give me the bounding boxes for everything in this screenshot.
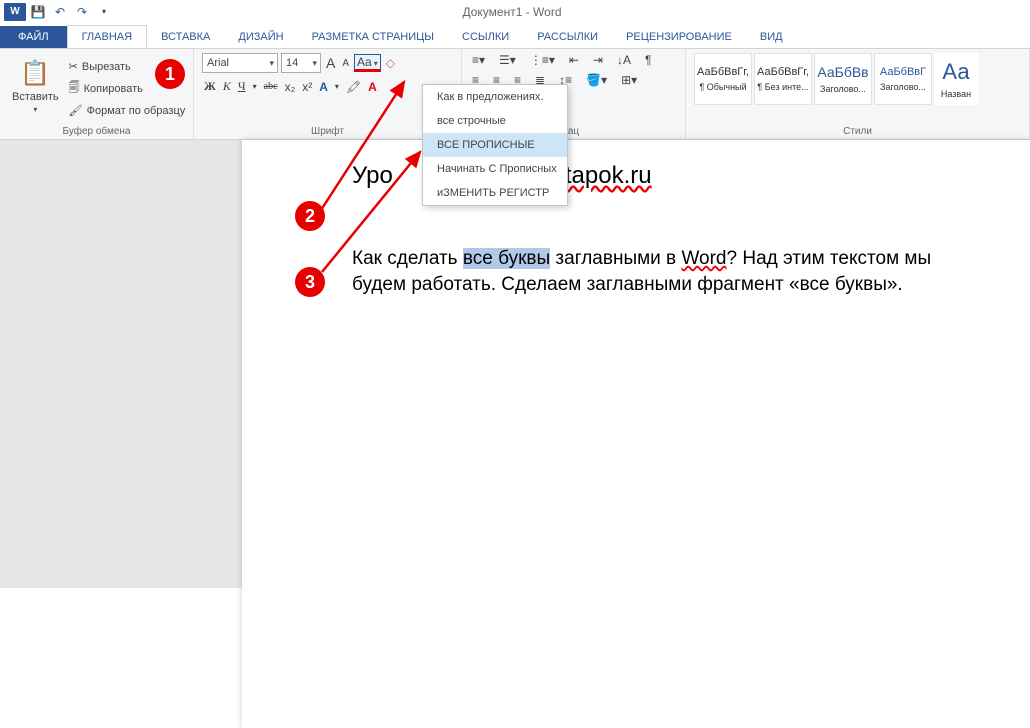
window-title: Документ1 - Word (114, 5, 910, 19)
annotation-3: 3 (295, 267, 325, 297)
tab-mailings[interactable]: РАССЫЛКИ (523, 26, 612, 48)
annotation-1: 1 (155, 59, 185, 89)
shrink-font-button[interactable]: A (340, 58, 351, 69)
font-size-combo[interactable]: 14 (281, 53, 321, 73)
clear-formatting-icon[interactable]: ◇ (384, 56, 397, 70)
app-icon: W (4, 3, 26, 21)
tab-review[interactable]: РЕЦЕНЗИРОВАНИЕ (612, 26, 746, 48)
font-color-icon[interactable]: A (366, 80, 379, 94)
bullets-icon[interactable]: ≡▾ (470, 53, 487, 67)
copy-icon: 🗐 (69, 79, 80, 98)
superscript-button[interactable]: x² (300, 80, 314, 94)
tab-home[interactable]: ГЛАВНАЯ (67, 25, 147, 48)
sort-icon[interactable]: ↓A (615, 53, 633, 67)
paste-button[interactable]: 📋 Вставить ▾ (8, 53, 63, 124)
show-marks-icon[interactable]: ¶ (643, 53, 653, 67)
style-title[interactable]: АаНазван (934, 53, 978, 105)
underline-button[interactable]: Ч (236, 79, 248, 94)
tab-insert[interactable]: ВСТАВКА (147, 26, 224, 48)
undo-icon[interactable]: ↶ (50, 2, 70, 22)
paste-label: Вставить (12, 91, 59, 103)
save-icon[interactable]: 💾 (28, 2, 48, 22)
title-bar: W 💾 ↶ ↷ ▾ Документ1 - Word (0, 0, 1030, 24)
ribbon-tabs: ФАЙЛ ГЛАВНАЯ ВСТАВКА ДИЗАЙН РАЗМЕТКА СТР… (0, 24, 1030, 48)
format-painter-button[interactable]: 🖌Формат по образцу (69, 104, 186, 117)
style-no-spacing[interactable]: АаБбВвГг,¶ Без инте... (754, 53, 812, 105)
change-case-button[interactable]: Aa (354, 54, 381, 72)
case-upper[interactable]: ВСЕ ПРОПИСНЫЕ (423, 133, 567, 157)
doc-body: Как сделать все буквы заглавными в Word?… (352, 246, 932, 297)
styles-group-label: Стили (694, 124, 1021, 137)
tab-view[interactable]: ВИД (746, 26, 797, 48)
italic-button[interactable]: К (221, 79, 233, 94)
indent-icon[interactable]: ⇥ (591, 53, 605, 67)
selected-text: все буквы (463, 248, 550, 269)
case-lower[interactable]: все строчные (423, 109, 567, 133)
style-heading1[interactable]: АаБбВвЗаголово... (814, 53, 872, 105)
outdent-icon[interactable]: ⇤ (567, 53, 581, 67)
paste-icon: 📋 (19, 57, 51, 89)
clipboard-group-label: Буфер обмена (8, 124, 185, 137)
tab-references[interactable]: ССЫЛКИ (448, 26, 523, 48)
highlight-icon[interactable]: 🖍 (344, 80, 363, 94)
multilevel-icon[interactable]: ⋮≡▾ (528, 53, 557, 67)
case-sentence[interactable]: Как в предложениях. (423, 85, 567, 109)
style-heading2[interactable]: АаБбВвГЗаголово... (874, 53, 932, 105)
cut-icon: ✂ (69, 60, 78, 73)
document-area: Уроtapok.ru Как сделать все буквы заглав… (0, 140, 1030, 588)
tab-design[interactable]: ДИЗАЙН (224, 26, 297, 48)
page[interactable]: Уроtapok.ru Как сделать все буквы заглав… (242, 140, 1030, 728)
strikethrough-button[interactable]: abc (262, 81, 280, 92)
borders-icon[interactable]: ⊞▾ (619, 73, 639, 87)
style-normal[interactable]: АаБбВвГг,¶ Обычный (694, 53, 752, 105)
shading-icon[interactable]: 🪣▾ (584, 73, 609, 87)
brush-icon: 🖌 (69, 104, 83, 117)
font-name-combo[interactable]: Arial (202, 53, 278, 73)
case-toggle[interactable]: иЗМЕНИТЬ РЕГИСТР (423, 181, 567, 205)
tab-file[interactable]: ФАЙЛ (0, 26, 67, 48)
case-capwords[interactable]: Начинать С Прописных (423, 157, 567, 181)
qat-customize-icon[interactable]: ▾ (94, 2, 114, 22)
font-group-label: Шрифт (202, 124, 453, 137)
annotation-2: 2 (295, 201, 325, 231)
grow-font-button[interactable]: A (324, 55, 337, 71)
change-case-menu: Как в предложениях. все строчные ВСЕ ПРО… (422, 84, 568, 206)
subscript-button[interactable]: x₂ (283, 80, 298, 94)
tab-layout[interactable]: РАЗМЕТКА СТРАНИЦЫ (298, 26, 448, 48)
text-effects-icon[interactable]: A (317, 80, 330, 94)
numbering-icon[interactable]: ☰▾ (497, 53, 518, 67)
redo-icon[interactable]: ↷ (72, 2, 92, 22)
bold-button[interactable]: Ж (202, 79, 218, 94)
